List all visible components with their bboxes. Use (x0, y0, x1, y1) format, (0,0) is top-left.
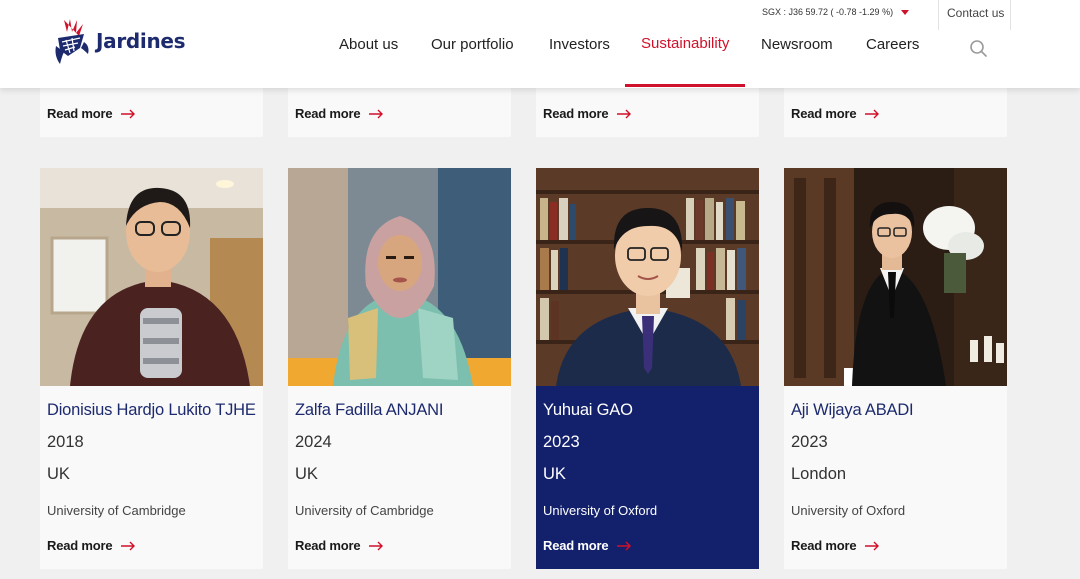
jardines-logo[interactable]: Jardines (50, 14, 190, 68)
scholar-university: University of Cambridge (295, 503, 434, 518)
scholar-card[interactable]: Dionisius Hardjo Lukito TJHE 2018 UK Uni… (40, 168, 263, 569)
arrow-right-icon (369, 541, 384, 550)
scholar-name: Yuhuai GAO (543, 401, 633, 419)
down-triangle-icon (901, 9, 910, 15)
scholar-year: 2018 (47, 433, 84, 451)
arrow-right-icon (121, 541, 136, 550)
scholar-university: University of Oxford (543, 503, 658, 518)
thistle-logo-icon (55, 19, 89, 64)
read-more-label: Read more (543, 538, 609, 553)
scholar-card: Read more (40, 88, 263, 137)
scholar-card: Read more (288, 88, 511, 137)
read-more-label: Read more (295, 106, 361, 121)
stock-ticker: SGX : J36 59.72 ( -0.78 -1.29 %) (762, 7, 910, 17)
active-nav-indicator (625, 84, 745, 87)
scholar-year: 2024 (295, 433, 332, 451)
nav-sustainability[interactable]: Sustainability (641, 35, 729, 52)
read-more-link[interactable]: Read more (47, 538, 136, 553)
scholar-country: UK (295, 465, 318, 483)
scholar-photo (784, 168, 1007, 386)
nav-newsroom[interactable]: Newsroom (761, 36, 833, 53)
arrow-right-icon (617, 109, 632, 118)
scholar-card[interactable]: Aji Wijaya ABADI 2023 London University … (784, 168, 1007, 569)
read-more-label: Read more (295, 538, 361, 553)
scholar-card[interactable]: Yuhuai GAO 2023 UK University of Oxford … (536, 168, 759, 569)
scholar-university: University of Cambridge (47, 503, 186, 518)
scholar-card-body: Yuhuai GAO 2023 UK University of Oxford … (536, 386, 759, 569)
site-header: Jardines SGX : J36 59.72 ( -0.78 -1.29 %… (0, 0, 1080, 88)
scholar-photo (288, 168, 511, 386)
arrow-right-icon (865, 109, 880, 118)
scholar-country: UK (47, 465, 70, 483)
read-more-label: Read more (791, 538, 857, 553)
scholar-photo (536, 168, 759, 386)
scholar-country: London (791, 465, 847, 483)
utility-divider (938, 0, 939, 30)
arrow-right-icon (121, 109, 136, 118)
scholar-card[interactable]: Zalfa Fadilla ANJANI 2024 UK University … (288, 168, 511, 569)
read-more-label: Read more (543, 106, 609, 121)
read-more-link[interactable]: Read more (791, 106, 880, 121)
contact-us-link[interactable]: Contact us (947, 6, 1004, 20)
scholar-card-body: Aji Wijaya ABADI 2023 London University … (784, 386, 1007, 569)
scholar-country: UK (543, 465, 566, 483)
read-more-link[interactable]: Read more (791, 538, 880, 553)
search-icon[interactable] (968, 38, 990, 60)
scholar-year: 2023 (791, 433, 828, 451)
read-more-label: Read more (47, 106, 113, 121)
scholar-name: Zalfa Fadilla ANJANI (295, 401, 444, 419)
arrow-right-icon (865, 541, 880, 550)
read-more-label: Read more (47, 538, 113, 553)
scholar-card: Read more (784, 88, 1007, 137)
utility-divider (1010, 0, 1011, 30)
arrow-right-icon (617, 541, 632, 550)
scholar-card-body: Dionisius Hardjo Lukito TJHE 2018 UK Uni… (40, 386, 263, 569)
read-more-link[interactable]: Read more (543, 106, 632, 121)
scholar-year: 2023 (543, 433, 580, 451)
scholar-name: Dionisius Hardjo Lukito TJHE (47, 401, 256, 419)
scholar-photo (40, 168, 263, 386)
logo-wordmark: Jardines (96, 29, 186, 53)
nav-about-us[interactable]: About us (339, 36, 398, 53)
stock-ticker-text: SGX : J36 59.72 ( -0.78 -1.29 %) (762, 7, 894, 17)
nav-our-portfolio[interactable]: Our portfolio (431, 36, 514, 53)
arrow-right-icon (369, 109, 384, 118)
scholar-university: University of Oxford (791, 503, 906, 518)
nav-investors[interactable]: Investors (549, 36, 610, 53)
scholar-card-body: Zalfa Fadilla ANJANI 2024 UK University … (288, 386, 511, 569)
scholar-card: Read more (536, 88, 759, 137)
nav-careers[interactable]: Careers (866, 36, 919, 53)
read-more-label: Read more (791, 106, 857, 121)
read-more-link[interactable]: Read more (47, 106, 136, 121)
read-more-link[interactable]: Read more (543, 538, 632, 553)
scholar-name: Aji Wijaya ABADI (791, 401, 914, 419)
read-more-link[interactable]: Read more (295, 538, 384, 553)
read-more-link[interactable]: Read more (295, 106, 384, 121)
